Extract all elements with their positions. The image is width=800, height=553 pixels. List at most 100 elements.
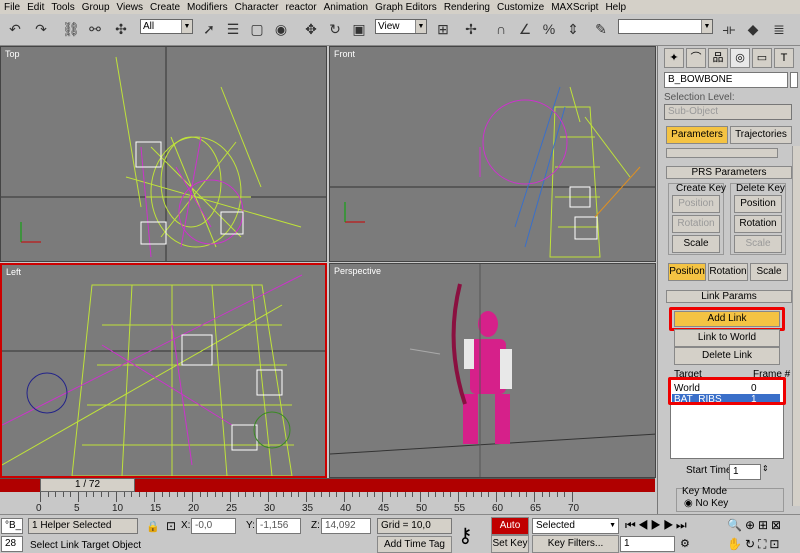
spinner-snap-icon[interactable]: ⇕ xyxy=(562,18,584,40)
no-key-radio[interactable]: ◉ No Key xyxy=(684,498,728,509)
x-coordinate[interactable]: -0,0 xyxy=(191,518,236,534)
menu-item-graph-editors[interactable]: Graph Editors xyxy=(375,2,437,13)
delete-rotation-button[interactable]: Rotation xyxy=(734,215,782,233)
spinner-icon[interactable]: ⇕ xyxy=(762,464,769,473)
menu-item-animation[interactable]: Animation xyxy=(324,2,368,13)
menu-item-reactor[interactable]: reactor xyxy=(286,2,317,13)
angle-snap-icon[interactable]: ∠ xyxy=(514,18,536,40)
ruler-minor-tick xyxy=(222,492,224,497)
select-link-icon[interactable]: ⛓ xyxy=(60,18,82,40)
delete-link-button[interactable]: Delete Link xyxy=(674,347,780,365)
add-time-tag-button[interactable]: Add Time Tag xyxy=(377,536,452,553)
z-coordinate[interactable]: 14,092 xyxy=(321,518,371,534)
mini-listener-field[interactable]: 28 xyxy=(1,536,23,552)
link-to-world-button[interactable]: Link to World xyxy=(674,329,780,347)
key-filters-button[interactable]: Key Filters... xyxy=(532,535,619,553)
playback-controls-icon[interactable]: ⏮◀▶▶⏭ xyxy=(625,518,689,533)
redo-icon[interactable]: ↷ xyxy=(30,18,52,40)
absolute-mode-icon[interactable]: ⊡ xyxy=(166,519,176,533)
rotate-icon[interactable]: ↻ xyxy=(324,18,346,40)
start-time-field[interactable]: 1 xyxy=(729,464,761,480)
rectangular-selection-icon[interactable]: ▢ xyxy=(246,18,268,40)
menu-item-file[interactable]: File xyxy=(4,2,20,13)
pivot-center-icon[interactable]: ⊞ xyxy=(432,18,454,40)
window-crossing-icon[interactable]: ◉ xyxy=(270,18,292,40)
set-key-button[interactable]: Set Key xyxy=(491,535,529,553)
track-bar[interactable]: 0 5 10 15 20 25 30 35 40 45 50 55 60 65 70 xyxy=(0,492,655,514)
viewport-front[interactable]: Front xyxy=(329,46,656,262)
viewport-navigation-icon[interactable]: 🔍⊕⊞⊠ xyxy=(727,518,784,532)
move-icon[interactable]: ✥ xyxy=(300,18,322,40)
object-name-field[interactable]: B_BOWBONE xyxy=(664,72,788,88)
sub-object-dropdown[interactable]: Sub-Object xyxy=(664,104,792,120)
delete-position-button[interactable]: Position xyxy=(734,195,782,213)
menu-item-help[interactable]: Help xyxy=(605,2,626,13)
unlink-icon[interactable]: ⚯ xyxy=(84,18,106,40)
lock-selection-icon[interactable]: 🔒 xyxy=(146,520,160,533)
create-position-label: Position xyxy=(678,198,714,209)
time-slider[interactable]: 1 / 72 xyxy=(40,478,135,492)
panel-scrollbar[interactable] xyxy=(792,146,800,506)
mirror-icon[interactable]: ⟛ xyxy=(718,18,740,40)
reference-coordinate-dropdown[interactable]: View ▼ xyxy=(375,19,427,34)
viewport-left[interactable]: Left xyxy=(0,263,327,478)
viewport-perspective[interactable]: Perspective xyxy=(329,263,656,478)
layer-manager-icon[interactable]: ≣ xyxy=(768,18,790,40)
menu-item-edit[interactable]: Edit xyxy=(27,2,44,13)
utilities-tab-icon[interactable]: T xyxy=(774,48,794,68)
edit-named-selection-icon[interactable]: ✎ xyxy=(590,18,612,40)
named-selection-dropdown[interactable]: ▼ xyxy=(618,19,713,34)
create-scale-button[interactable]: Scale xyxy=(672,235,720,253)
create-position-button[interactable]: Position xyxy=(672,195,720,213)
mode-rotation-button[interactable]: Rotation xyxy=(708,263,748,281)
percent-snap-icon[interactable]: % xyxy=(538,18,560,40)
align-icon[interactable]: ◆ xyxy=(742,18,764,40)
create-tab-icon[interactable]: ✦ xyxy=(664,48,684,68)
ruler-minor-tick xyxy=(283,492,285,497)
menu-item-customize[interactable]: Customize xyxy=(497,2,544,13)
viewport-top[interactable]: Top xyxy=(0,46,327,262)
viewport-navigation-icon-2[interactable]: ✋↻⛶⊡ xyxy=(727,537,782,552)
panel-scroll-strip[interactable] xyxy=(666,148,778,158)
auto-key-button[interactable]: Auto Key xyxy=(491,517,529,547)
bind-space-warp-icon[interactable]: ✣ xyxy=(110,18,132,40)
key-mode-label: Key Mode xyxy=(682,486,728,497)
current-frame-field[interactable]: 1 xyxy=(620,536,675,552)
undo-icon[interactable]: ↶ xyxy=(4,18,26,40)
select-by-name-icon[interactable]: ☰ xyxy=(222,18,244,40)
maxscript-listener-field[interactable]: °B_ xyxy=(1,518,23,534)
create-rotation-button[interactable]: Rotation xyxy=(672,215,720,233)
hierarchy-tab-icon[interactable]: 品 xyxy=(708,48,728,68)
snaps-toggle-icon[interactable]: ∩ xyxy=(490,18,512,40)
menu-item-views[interactable]: Views xyxy=(117,2,144,13)
menu-item-create[interactable]: Create xyxy=(150,2,180,13)
select-object-icon[interactable]: ➚ xyxy=(198,18,220,40)
select-manipulate-icon[interactable]: ✢ xyxy=(460,18,482,40)
menu-item-group[interactable]: Group xyxy=(82,2,110,13)
link-params-rollout[interactable]: Link Params xyxy=(666,290,792,303)
object-color-swatch[interactable] xyxy=(790,72,798,88)
menu-item-rendering[interactable]: Rendering xyxy=(444,2,490,13)
mode-scale-button[interactable]: Scale xyxy=(750,263,788,281)
key-set-dropdown[interactable]: Selected ▼ xyxy=(532,518,619,534)
mode-position-button[interactable]: Position xyxy=(668,263,706,281)
ruler-minor-tick xyxy=(427,492,429,497)
prs-parameters-rollout[interactable]: PRS Parameters xyxy=(666,166,792,179)
add-link-button[interactable]: Add Link xyxy=(674,311,780,327)
menu-item-maxscript[interactable]: MAXScript xyxy=(551,2,598,13)
display-tab-icon[interactable]: ▭ xyxy=(752,48,772,68)
menu-item-tools[interactable]: Tools xyxy=(51,2,74,13)
y-coordinate[interactable]: -1,156 xyxy=(256,518,301,534)
ruler-tick xyxy=(230,492,231,502)
scale-icon[interactable]: ▣ xyxy=(348,18,370,40)
delete-scale-button[interactable]: Scale xyxy=(734,235,782,253)
modify-tab-icon[interactable]: ⌒ xyxy=(686,48,706,68)
trajectories-tab[interactable]: Trajectories xyxy=(730,126,792,144)
parameters-tab[interactable]: Parameters xyxy=(666,126,728,144)
motion-tab-icon[interactable]: ◎ xyxy=(730,48,750,68)
menu-item-modifiers[interactable]: Modifiers xyxy=(187,2,228,13)
selection-filter-dropdown[interactable]: All ▼ xyxy=(140,19,193,34)
time-config-icon[interactable]: ⚙ xyxy=(680,537,690,550)
menu-item-character[interactable]: Character xyxy=(235,2,279,13)
link-to-world-label: Link to World xyxy=(697,332,757,343)
